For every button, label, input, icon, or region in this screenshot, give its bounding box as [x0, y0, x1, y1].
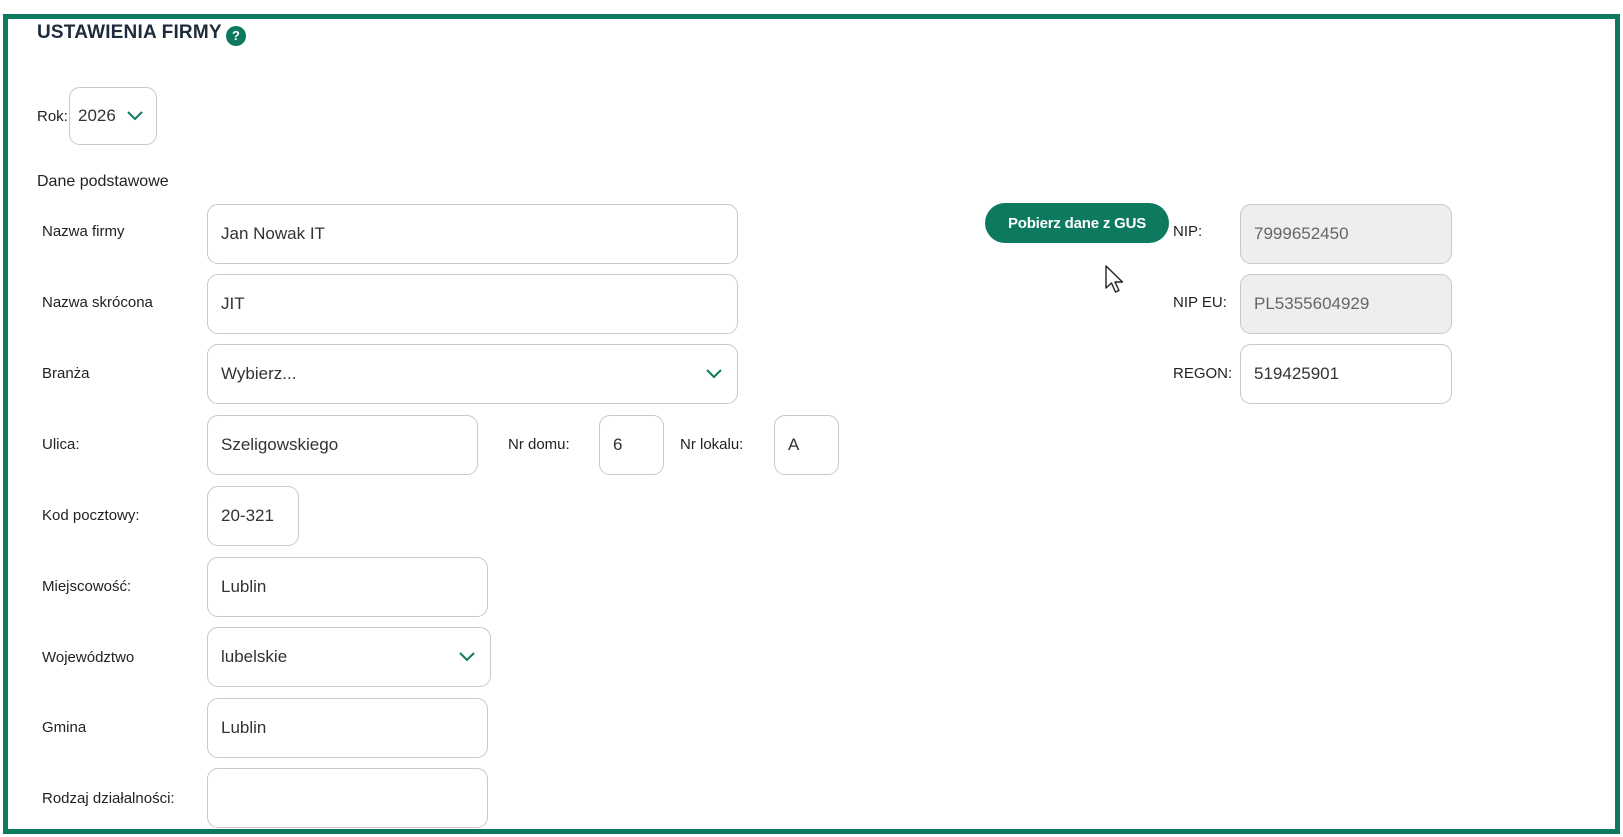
commune-input[interactable]: Lublin — [207, 698, 488, 758]
industry-label: Branża — [42, 365, 90, 382]
short-name-input[interactable]: JIT — [207, 274, 738, 334]
industry-select[interactable]: Wybierz... — [207, 344, 738, 404]
nip-input[interactable]: 7999652450 — [1240, 204, 1452, 264]
street-label: Ulica: — [42, 436, 80, 453]
company-name-input[interactable]: Jan Nowak IT — [207, 204, 738, 264]
activity-type-label: Rodzaj działalności: — [42, 790, 175, 807]
city-input[interactable]: Lublin — [207, 557, 488, 617]
nip-eu-label: NIP EU: — [1173, 294, 1227, 311]
chevron-down-icon — [705, 368, 723, 380]
house-no-input[interactable]: 6 — [599, 415, 664, 475]
nip-label: NIP: — [1173, 223, 1203, 240]
apartment-no-label: Nr lokalu: — [680, 436, 744, 453]
short-name-label: Nazwa skrócona — [42, 294, 153, 311]
apartment-no-input[interactable]: A — [774, 415, 839, 475]
voivodeship-select[interactable]: lubelskie — [207, 627, 491, 687]
city-label: Miejscowość: — [42, 578, 132, 595]
year-select[interactable]: 2026 — [69, 87, 157, 145]
nip-eu-input[interactable]: PL5355604929 — [1240, 274, 1452, 334]
section-title: Dane podstawowe — [37, 173, 169, 190]
regon-input[interactable]: 519425901 — [1240, 344, 1452, 404]
activity-type-input[interactable] — [207, 768, 488, 828]
street-input[interactable]: Szeligowskiego — [207, 415, 478, 475]
company-name-label: Nazwa firmy — [42, 223, 125, 240]
chevron-down-icon — [126, 110, 144, 122]
page-title: USTAWIENIA FIRMY — [37, 22, 222, 43]
postal-code-input[interactable]: 20-321 — [207, 486, 299, 546]
commune-label: Gmina — [42, 719, 87, 736]
fetch-gus-button[interactable]: Pobierz dane z GUS — [985, 203, 1169, 243]
chevron-down-icon — [458, 651, 476, 663]
industry-value: Wybierz... — [221, 364, 297, 383]
question-circle-icon[interactable]: ? — [226, 26, 246, 46]
year-value: 2026 — [78, 106, 116, 125]
postal-code-label: Kod pocztowy: — [42, 507, 140, 524]
voivodeship-value: lubelskie — [221, 647, 288, 666]
mouse-cursor-icon — [1105, 265, 1124, 293]
regon-label: REGON: — [1173, 365, 1233, 382]
voivodeship-label: Województwo — [42, 649, 135, 666]
year-label: Rok: — [37, 108, 68, 125]
house-no-label: Nr domu: — [508, 436, 570, 453]
